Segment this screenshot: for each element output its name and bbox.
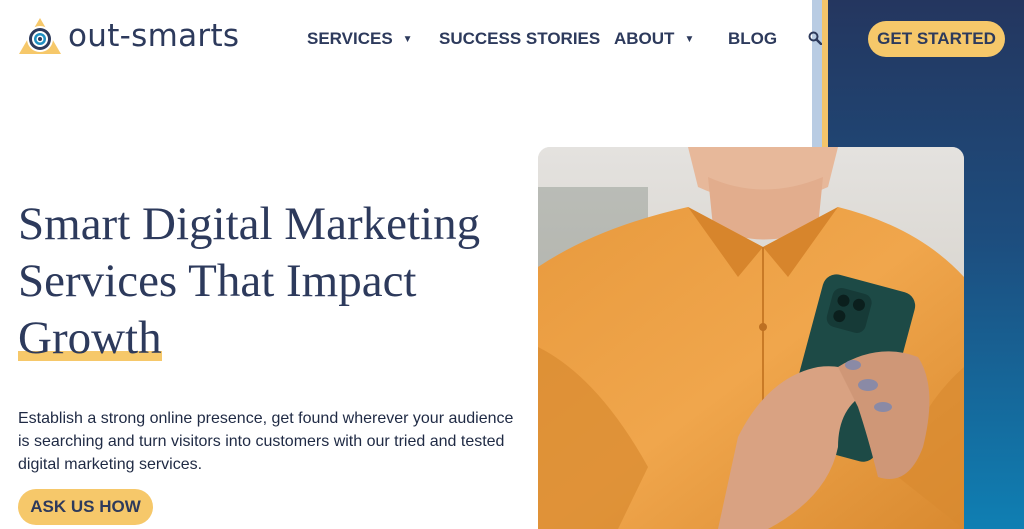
hero-title-line2: Services That Impact <box>18 255 417 307</box>
caret-down-icon: ▼ <box>402 33 413 45</box>
nav-about-label: ABOUT <box>614 29 675 48</box>
nav-success-stories-label: SUCCESS STORIES <box>439 29 601 48</box>
hero-title-highlight: Growth <box>18 310 162 367</box>
get-started-button[interactable]: GET STARTED <box>868 21 1005 57</box>
nav-services-label: SERVICES <box>307 29 393 48</box>
nav-services[interactable]: SERVICES ▼ <box>307 29 413 49</box>
hero-title: Smart Digital Marketing Services That Im… <box>18 196 528 367</box>
ask-us-how-button[interactable]: ASK US HOW <box>18 489 153 525</box>
decorative-stripe-gold <box>822 0 828 150</box>
hero-title-line1: Smart Digital Marketing <box>18 198 481 250</box>
nav-blog[interactable]: BLOG <box>728 29 777 49</box>
search-icon[interactable] <box>808 31 823 50</box>
logo-link[interactable]: out-smarts <box>18 16 239 56</box>
decorative-stripe-light <box>812 0 822 150</box>
hero-photo <box>538 147 964 529</box>
nav-blog-label: BLOG <box>728 29 778 48</box>
caret-down-icon: ▼ <box>684 33 695 45</box>
brand-name: out-smarts <box>68 18 240 54</box>
woman-with-phone-illustration <box>538 147 964 529</box>
nav-success-stories[interactable]: SUCCESS STORIES <box>439 29 600 49</box>
nav-about[interactable]: ABOUT ▼ <box>614 29 694 49</box>
hero-description: Establish a strong online presence, get … <box>18 410 514 473</box>
target-triangle-icon <box>18 16 62 56</box>
